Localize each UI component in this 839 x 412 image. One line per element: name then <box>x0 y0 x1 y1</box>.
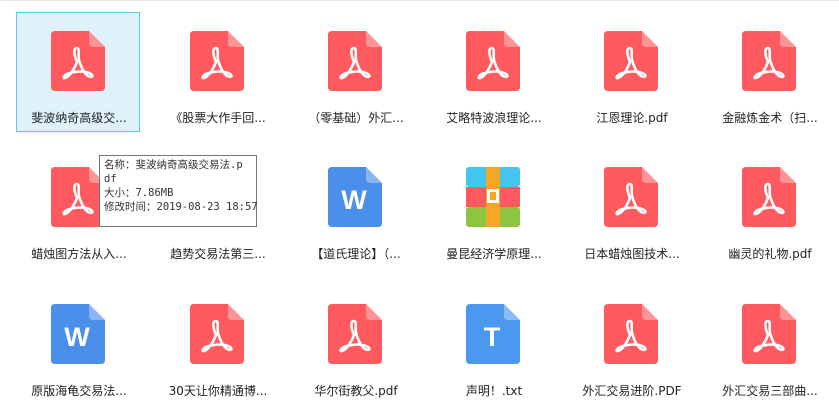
pdf-icon <box>466 31 520 91</box>
pdf-icon <box>51 31 105 91</box>
file-item[interactable]: 幽灵的礼物.pdf <box>707 148 831 268</box>
pdf-icon <box>328 31 382 91</box>
pdf-icon <box>604 167 658 227</box>
file-item[interactable]: 艾略特波浪理论... <box>431 12 555 132</box>
pdf-icon <box>190 31 244 91</box>
file-name-label: 30天让你精通博... <box>168 384 268 398</box>
file-name-label: 【道氏理论】（... <box>311 247 401 261</box>
file-name-label: 幽灵的礼物.pdf <box>728 247 812 261</box>
file-item[interactable]: 《股票大作手回... <box>155 12 279 132</box>
pdf-icon <box>328 304 382 364</box>
file-item[interactable]: W 【道氏理论】（... <box>293 148 417 268</box>
pdf-icon <box>604 304 658 364</box>
pdf-icon <box>742 304 796 364</box>
word-icon: W <box>328 167 382 227</box>
file-item[interactable]: W 原版海龟交易法... <box>16 285 140 405</box>
word-icon: W <box>51 304 105 364</box>
file-info-tooltip: 名称：斐波纳奇高级交易法.p df 大小：7.86MB 修改时间：2019-08… <box>99 155 258 227</box>
file-name-label: 艾略特波浪理论... <box>446 111 542 125</box>
pdf-icon <box>604 31 658 91</box>
file-name-label: 斐波纳奇高级交... <box>31 111 127 125</box>
file-name-label: 蜡烛图方法从入... <box>31 247 127 261</box>
file-item[interactable]: （零基础）外汇... <box>293 12 417 132</box>
file-name-label: 外汇交易三部曲... <box>722 384 818 398</box>
file-item[interactable]: 金融炼金术（扫... <box>707 12 831 132</box>
file-name-label: 日本蜡烛图技术... <box>584 247 680 261</box>
file-name-label: 金融炼金术（扫... <box>722 111 818 125</box>
file-item[interactable]: 日本蜡烛图技术... <box>569 148 693 268</box>
file-item[interactable]: 30天让你精通博... <box>155 285 279 405</box>
file-item[interactable]: 曼昆经济学原理... <box>431 148 555 268</box>
svg-text:T: T <box>484 322 501 352</box>
file-name-label: 华尔街教父.pdf <box>314 384 398 398</box>
archive-icon <box>466 167 520 227</box>
file-item[interactable]: 外汇交易三部曲... <box>707 285 831 405</box>
file-name-label: 江恩理论.pdf <box>596 111 668 125</box>
file-name-label: 原版海龟交易法... <box>31 384 127 398</box>
file-item[interactable]: 斐波纳奇高级交... <box>16 12 140 132</box>
text-icon: T <box>466 304 520 364</box>
file-item[interactable]: 外汇交易进阶.PDF <box>569 285 693 405</box>
tooltip-modified: 修改时间：2019-08-23 18:57 <box>104 201 258 213</box>
pdf-icon <box>190 304 244 364</box>
file-item[interactable]: 江恩理论.pdf <box>569 12 693 132</box>
pdf-icon <box>51 167 105 227</box>
file-name-label: （零基础）外汇... <box>308 111 404 125</box>
file-name-label: 趋势交易法第三... <box>170 247 266 261</box>
pdf-icon <box>742 31 796 91</box>
tooltip-name-line: 名称：斐波纳奇高级交易法.p <box>104 159 243 171</box>
file-name-label: 曼昆经济学原理... <box>446 247 542 261</box>
file-name-label: 声明！.txt <box>465 384 523 398</box>
file-name-label: 外汇交易进阶.PDF <box>582 384 682 398</box>
file-item[interactable]: 华尔街教父.pdf <box>293 285 417 405</box>
pdf-icon <box>742 167 796 227</box>
svg-text:W: W <box>341 185 367 215</box>
file-name-label: 《股票大作手回... <box>170 111 266 125</box>
svg-text:W: W <box>64 322 90 352</box>
file-item[interactable]: T 声明！.txt <box>431 285 555 405</box>
